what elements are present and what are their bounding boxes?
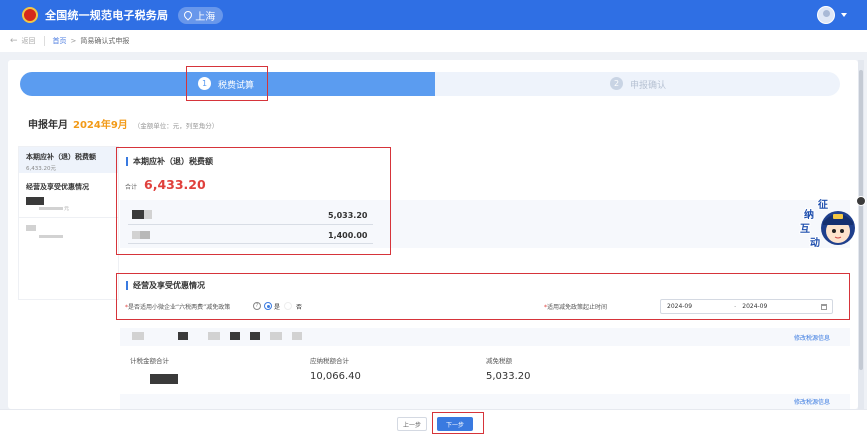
redacted-value — [150, 374, 178, 384]
nav-item-sub: 6,433.20元 — [26, 166, 56, 172]
stat-label: 计税金额合计 — [130, 357, 169, 365]
mascot-char: 互 — [799, 223, 811, 236]
section-nav: 本期应补（退）税费额 6,433.20元 经营及享受优惠情况 元 — [18, 146, 119, 300]
redacted-text — [26, 197, 44, 205]
divider — [43, 36, 45, 46]
back-label: 返回 — [21, 37, 36, 45]
back-button[interactable]: ← 返回 — [10, 36, 36, 46]
divider — [19, 217, 119, 218]
redacted-text — [230, 332, 240, 340]
breadcrumb-separator: > — [70, 37, 77, 45]
stat-value: 10,066.40 — [310, 371, 361, 382]
region-switcher[interactable]: 上海 — [178, 6, 224, 24]
breadcrumb-home-link[interactable]: 首页 — [53, 36, 67, 46]
assistant-mascot-icon[interactable]: 征 纳 互 动 — [799, 196, 858, 252]
top-bar: 全国统一规范电子税务局 上海 — [0, 0, 867, 30]
stat-label: 应纳税额合计 — [310, 357, 349, 365]
step-2-number: 2 — [610, 77, 623, 90]
redacted-text — [39, 207, 63, 210]
tax-source-band — [120, 394, 850, 409]
redacted-text — [26, 225, 36, 231]
highlight-box-tax-card — [116, 147, 391, 255]
chevron-down-icon[interactable] — [841, 13, 847, 17]
redacted-text — [132, 332, 144, 340]
main-panel: 1 税费试算 2 申报确认 申报年月 2024年9月 （金额单位：元，列至角分）… — [8, 60, 858, 409]
highlight-box-next — [432, 412, 484, 434]
nav-item-title: 本期应补（退）税费额 — [26, 153, 96, 161]
nav-item-preferences[interactable]: 经营及享受优惠情况 — [19, 177, 119, 192]
redacted-text — [178, 332, 188, 340]
location-pin-icon — [182, 9, 194, 21]
mascot-char: 动 — [809, 237, 821, 250]
nav-sub-unit: 元 — [64, 206, 70, 212]
redacted-text — [270, 332, 282, 340]
redacted-text — [292, 332, 302, 340]
mascot-char: 纳 — [803, 209, 815, 222]
national-emblem-icon — [22, 7, 38, 23]
breadcrumb-current: 简易确认式申报 — [80, 37, 130, 45]
redacted-text — [39, 235, 63, 238]
period-value: 2024年9月 — [73, 120, 128, 131]
step-2-label: 申报确认 — [630, 81, 667, 91]
redacted-text — [208, 332, 220, 340]
period-label: 申报年月 — [28, 120, 68, 131]
scrollbar-thumb[interactable] — [859, 70, 863, 370]
edit-tax-source-link[interactable]: 修改税源信息 — [794, 333, 830, 342]
region-label: 上海 — [195, 11, 216, 23]
highlight-box-step — [186, 66, 268, 101]
stat-label: 减免税额 — [486, 357, 512, 365]
arrow-left-icon: ← — [10, 36, 18, 46]
stat-value: 5,033.20 — [486, 371, 531, 382]
redacted-text — [250, 332, 260, 340]
period-row: 申报年月 2024年9月 （金额单位：元，列至角分） — [28, 116, 218, 131]
site-title[interactable]: 全国统一规范电子税务局 — [45, 7, 168, 23]
edit-tax-source-link[interactable]: 修改税源信息 — [794, 397, 830, 406]
user-avatar-icon[interactable] — [817, 6, 835, 24]
nav-item-title: 经营及享受优惠情况 — [26, 183, 89, 191]
mascot-char: 征 — [817, 199, 829, 212]
highlight-box-preference — [116, 273, 850, 320]
unit-note: （金额单位：元，列至角分） — [133, 122, 219, 130]
breadcrumb-bar: ← 返回 首页 > 简易确认式申报 — [0, 30, 867, 52]
nav-item-tax-due[interactable]: 本期应补（退）税费额 6,433.20元 — [19, 147, 119, 173]
prev-step-button[interactable]: 上一步 — [397, 417, 427, 431]
